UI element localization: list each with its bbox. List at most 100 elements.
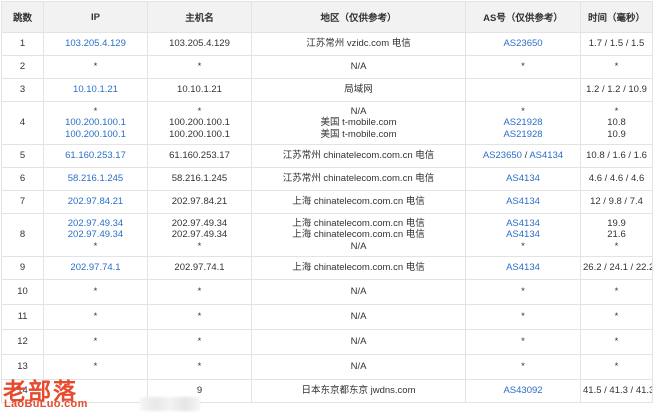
region-cell: N/A 美国 t-mobile.com 美国 t-mobile.com — [251, 101, 466, 145]
time-cell-line: * — [614, 361, 619, 373]
as-line: * — [468, 361, 578, 373]
table-row: 14 9 日本东京都东京 jwdns.com AS43092 41.5 / 41.3 /… — [1, 379, 653, 403]
ip-cell-line[interactable]: 202.97.49.34 — [46, 229, 145, 241]
ip-cell-line[interactable]: 100.200.100.1 — [46, 117, 145, 129]
time-cell-line: 41.5 / 41.3 / 41.3 — [583, 385, 653, 397]
as-cell: AS4134 — [465, 256, 581, 280]
as-cell: * — [465, 279, 581, 305]
time-cell-line: 10.8 / 1.6 / 1.6 — [586, 150, 647, 162]
hop-cell: 3 — [1, 78, 44, 102]
host-cell-line: 58.216.1.245 — [171, 173, 228, 185]
table-row: 11 * * N/A * * — [1, 304, 653, 330]
as-number[interactable]: AS21928 — [503, 117, 542, 128]
region-cell-line: 上海 chinatelecom.com.cn 电信 — [292, 229, 425, 241]
hop-cell: 2 — [1, 55, 44, 79]
host-cell-line: 100.200.100.1 — [169, 128, 230, 140]
as-line: AS4134 — [468, 173, 578, 185]
host-cell-line: 9 — [196, 385, 203, 397]
ip-cell-line[interactable]: 103.205.4.129 — [46, 38, 145, 50]
host-cell: * — [147, 55, 252, 79]
as-cell: AS43092 — [465, 379, 581, 403]
region-cell: N/A — [251, 304, 466, 330]
table-row: 2 * * N/A * * — [1, 55, 653, 79]
time-cell: 12 / 9.8 / 7.4 — [580, 190, 653, 214]
ip-cell: 202.97.84.21 — [43, 190, 148, 214]
as-line: AS43092 — [468, 385, 578, 397]
time-cell-line: 1.2 / 1.2 / 10.9 — [586, 84, 647, 96]
as-number[interactable]: AS4134 — [506, 229, 540, 240]
table-row: 6 58.216.1.245 58.216.1.245 江苏常州 chinatelec… — [1, 167, 653, 191]
time-cell: * — [580, 329, 653, 355]
ip-cell-line: * — [93, 105, 98, 117]
host-cell-line: * — [197, 286, 202, 298]
ip-cell-line[interactable]: 58.216.1.245 — [46, 173, 145, 185]
ip-cell-line[interactable]: 202.97.84.21 — [46, 196, 145, 208]
time-cell-line: * — [614, 240, 619, 252]
time-cell: * — [580, 279, 653, 305]
host-cell: 202.97.74.1 — [147, 256, 252, 280]
region-cell-line: 上海 chinatelecom.com.cn 电信 — [292, 196, 425, 208]
time-cell-line: * — [614, 286, 619, 298]
as-number[interactable]: AS23650 — [483, 150, 522, 161]
as-number: * — [521, 336, 525, 348]
region-cell-line: 上海 chinatelecom.com.cn 电信 — [292, 262, 425, 274]
as-line: AS21928 — [468, 117, 578, 129]
time-cell: * — [580, 55, 653, 79]
time-cell-line: 1.7 / 1.5 / 1.5 — [588, 38, 645, 50]
region-cell: N/A — [251, 279, 466, 305]
as-number: * — [521, 240, 525, 252]
as-number[interactable]: AS4134 — [506, 218, 540, 229]
host-cell-line: 61.160.253.17 — [169, 150, 230, 162]
hop-cell: 6 — [1, 167, 44, 191]
region-cell: 江苏常州 vzidc.com 电信 — [251, 32, 466, 56]
table-row: 4 * 100.200.100.1 100.200.100.1 * 100.200.100… — [1, 101, 653, 145]
as-number: * — [521, 61, 525, 73]
host-cell-line: * — [197, 105, 202, 117]
time-cell-line: 19.9 — [607, 217, 626, 229]
as-number[interactable]: AS23650 — [503, 38, 542, 49]
ip-cell: * — [43, 279, 148, 305]
as-number[interactable]: AS4134 — [506, 196, 540, 207]
time-cell: 10.8 / 1.6 / 1.6 — [580, 144, 653, 168]
time-cell-line: * — [614, 105, 619, 117]
region-cell: 江苏常州 chinatelecom.com.cn 电信 — [251, 167, 466, 191]
ip-cell-line[interactable]: 61.160.253.17 — [46, 150, 145, 162]
host-cell: 10.10.1.21 — [147, 78, 252, 102]
as-line: AS4134 — [468, 229, 578, 241]
ip-cell: 103.205.4.129 — [43, 32, 148, 56]
host-cell-line: * — [197, 311, 202, 323]
ip-cell: 58.216.1.245 — [43, 167, 148, 191]
table-row: 8 202.97.49.34 202.97.49.34 * 202.97.49.34 20… — [1, 213, 653, 257]
table-row: 3 10.10.1.21 10.10.1.21 局域网 1.2 / 1.2 / 10.9 — [1, 78, 653, 102]
as-number[interactable]: AS4134 — [506, 173, 540, 184]
hop-cell: 9 — [1, 256, 44, 280]
region-cell-line: 日本东京都东京 jwdns.com — [301, 385, 416, 397]
as-line: AS4134 — [468, 196, 578, 208]
ip-cell-line[interactable]: 202.97.74.1 — [46, 262, 145, 274]
as-cell: * — [465, 354, 581, 380]
as-number[interactable]: AS21928 — [503, 129, 542, 140]
as-number: * — [521, 105, 525, 117]
region-cell: 上海 chinatelecom.com.cn 电信 上海 chinatelecom… — [251, 213, 466, 257]
hop-cell: 12 — [1, 329, 44, 355]
as-cell: AS23650 / AS4134 — [465, 144, 581, 168]
region-cell: N/A — [251, 55, 466, 79]
time-cell: * — [580, 354, 653, 380]
as-number[interactable]: AS4134 — [506, 262, 540, 273]
ip-cell-line[interactable]: 202.97.49.34 — [46, 218, 145, 230]
hop-cell: 11 — [1, 304, 44, 330]
time-cell-line: 10.8 — [607, 117, 626, 129]
hop-cell: 1 — [1, 32, 44, 56]
ip-cell-line: * — [93, 286, 98, 298]
time-cell: 26.2 / 24.1 / 22.2 — [580, 256, 653, 280]
as-number[interactable]: AS43092 — [503, 385, 542, 396]
table-header-row: 跳数 IP 主机名 地区（仅供参考） AS号（仅供参考） 时间（毫秒） — [1, 1, 653, 33]
hop-cell: 4 — [1, 101, 44, 145]
ip-cell-line[interactable]: 100.200.100.1 — [46, 129, 145, 141]
time-cell: * 10.8 10.9 — [580, 101, 653, 145]
host-cell-line: 202.97.49.34 — [171, 229, 228, 241]
as-number[interactable]: AS4134 — [529, 150, 563, 161]
as-line: * — [468, 241, 578, 253]
column-header-hop: 跳数 — [1, 1, 44, 33]
ip-cell-line[interactable]: 10.10.1.21 — [46, 84, 145, 96]
